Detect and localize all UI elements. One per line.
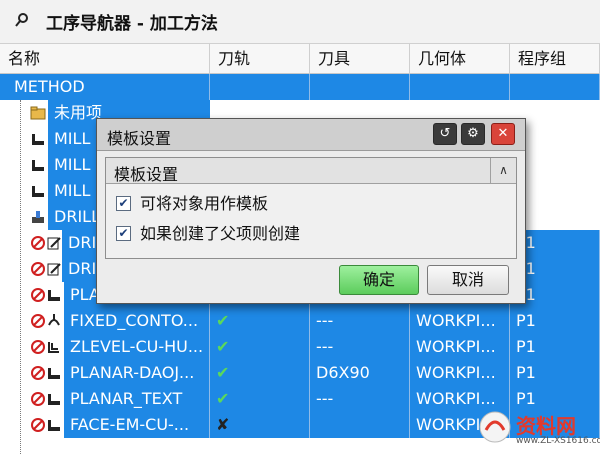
row-tool bbox=[310, 412, 410, 438]
row-program: P1 bbox=[510, 360, 600, 386]
edit-icon bbox=[47, 237, 61, 250]
row-name: PLANAR_TEXT bbox=[64, 386, 210, 412]
navigator-title-bar: 工序导航器 - 加工方法 bbox=[0, 0, 600, 44]
reset-icon[interactable]: ↺ bbox=[433, 123, 457, 145]
edit-icon bbox=[47, 263, 61, 276]
no-entry-icon bbox=[31, 340, 45, 354]
no-entry-icon bbox=[31, 392, 45, 406]
no-entry-icon bbox=[31, 288, 45, 302]
row-program: P1 bbox=[510, 308, 600, 334]
column-header-name[interactable]: 名称 bbox=[0, 44, 210, 74]
tree-connector-line bbox=[20, 100, 21, 454]
drill-method-icon bbox=[32, 211, 44, 223]
table-row[interactable]: FIXED_CONTO... ✔ --- WORKPI... P1 bbox=[64, 308, 600, 334]
column-header-tool[interactable]: 刀具 bbox=[310, 44, 410, 74]
group-header[interactable]: 模板设置 ∧ bbox=[106, 158, 516, 184]
row-name: METHOD bbox=[0, 74, 210, 100]
watermark-logo-icon bbox=[479, 411, 511, 443]
table-row[interactable]: ZLEVEL-CU-HU... ✔ --- WORKPI... P1 bbox=[64, 334, 600, 360]
face-mill-icon bbox=[48, 420, 60, 431]
navigator-title: 工序导航器 - 加工方法 bbox=[46, 14, 218, 34]
create-if-parent-checkbox[interactable]: ✔ bbox=[116, 226, 131, 241]
close-icon[interactable]: ✕ bbox=[491, 123, 515, 145]
row-name: FIXED_CONTO... bbox=[64, 308, 210, 334]
watermark-text: 资料网 bbox=[516, 414, 576, 438]
column-header-geometry[interactable]: 几何体 bbox=[410, 44, 510, 74]
row-name: FACE-EM-CU-... bbox=[64, 412, 210, 438]
create-if-parent-label: 如果创建了父项则创建 bbox=[140, 224, 301, 243]
row-name: DRI bbox=[62, 230, 96, 256]
no-entry-icon bbox=[31, 262, 45, 276]
row-geometry: WORKPI... bbox=[410, 334, 510, 360]
row-geometry: WORKPI... bbox=[410, 360, 510, 386]
table-row[interactable]: PLANAR-DAOJ... ✔ D6X90 WORKPI... P1 bbox=[64, 360, 600, 386]
row-toolpath: ✔ bbox=[210, 386, 310, 412]
watermark: 资料网 www.ZL-XS1616.com bbox=[470, 404, 600, 452]
row-toolpath: ✘ bbox=[210, 412, 310, 438]
cancel-button[interactable]: 取消 bbox=[427, 265, 509, 295]
row-tool: --- bbox=[310, 386, 410, 412]
row-tool: D6X90 bbox=[310, 360, 410, 386]
ok-button[interactable]: 确定 bbox=[339, 265, 419, 295]
no-entry-icon bbox=[31, 366, 45, 380]
row-name: ZLEVEL-CU-HU... bbox=[64, 334, 210, 360]
mill-method-icon bbox=[32, 160, 44, 171]
zlevel-icon bbox=[48, 342, 59, 353]
pin-icon[interactable] bbox=[14, 12, 30, 28]
row-tool: --- bbox=[310, 334, 410, 360]
table-row[interactable]: METHOD bbox=[0, 74, 600, 100]
dialog-title: 模板设置 bbox=[107, 129, 172, 148]
dialog-title-bar[interactable]: 模板设置 ↺ ⚙ ✕ bbox=[97, 119, 525, 151]
no-entry-icon bbox=[31, 236, 45, 250]
row-name: PLANAR-DAOJ... bbox=[64, 360, 210, 386]
template-settings-group: 模板设置 ∧ ✔ 可将对象用作模板 ✔ 如果创建了父项则创建 bbox=[105, 157, 517, 259]
row-toolpath: ✔ bbox=[210, 334, 310, 360]
row-toolpath: ✔ bbox=[210, 308, 310, 334]
chevron-up-icon[interactable]: ∧ bbox=[490, 158, 516, 183]
no-entry-icon bbox=[31, 314, 45, 328]
row-toolpath: ✔ bbox=[210, 360, 310, 386]
planar-mill-icon bbox=[48, 394, 60, 405]
template-settings-dialog: 模板设置 ↺ ⚙ ✕ 模板设置 ∧ ✔ 可将对象用作模板 ✔ 如果创建了父项则创… bbox=[96, 118, 526, 304]
no-entry-icon bbox=[31, 418, 45, 432]
row-tool: --- bbox=[310, 308, 410, 334]
folder-icon bbox=[30, 106, 46, 120]
gear-icon[interactable]: ⚙ bbox=[461, 123, 485, 145]
planar-mill-icon bbox=[48, 368, 60, 379]
row-name: DRI bbox=[62, 256, 96, 282]
column-header-row: 名称 刀轨 刀具 几何体 程序组 bbox=[0, 44, 600, 74]
mill-method-icon bbox=[32, 134, 44, 145]
planar-mill-icon bbox=[48, 290, 60, 301]
fixed-contour-icon bbox=[48, 314, 60, 326]
use-as-template-checkbox[interactable]: ✔ bbox=[116, 196, 131, 211]
watermark-url: www.ZL-XS1616.com bbox=[516, 436, 600, 446]
column-header-program[interactable]: 程序组 bbox=[510, 44, 600, 74]
mill-method-icon bbox=[32, 186, 44, 197]
group-title: 模板设置 bbox=[114, 165, 179, 184]
row-program: P1 bbox=[510, 334, 600, 360]
row-geometry: WORKPI... bbox=[410, 308, 510, 334]
column-header-toolpath[interactable]: 刀轨 bbox=[210, 44, 310, 74]
use-as-template-label: 可将对象用作模板 bbox=[140, 194, 269, 213]
